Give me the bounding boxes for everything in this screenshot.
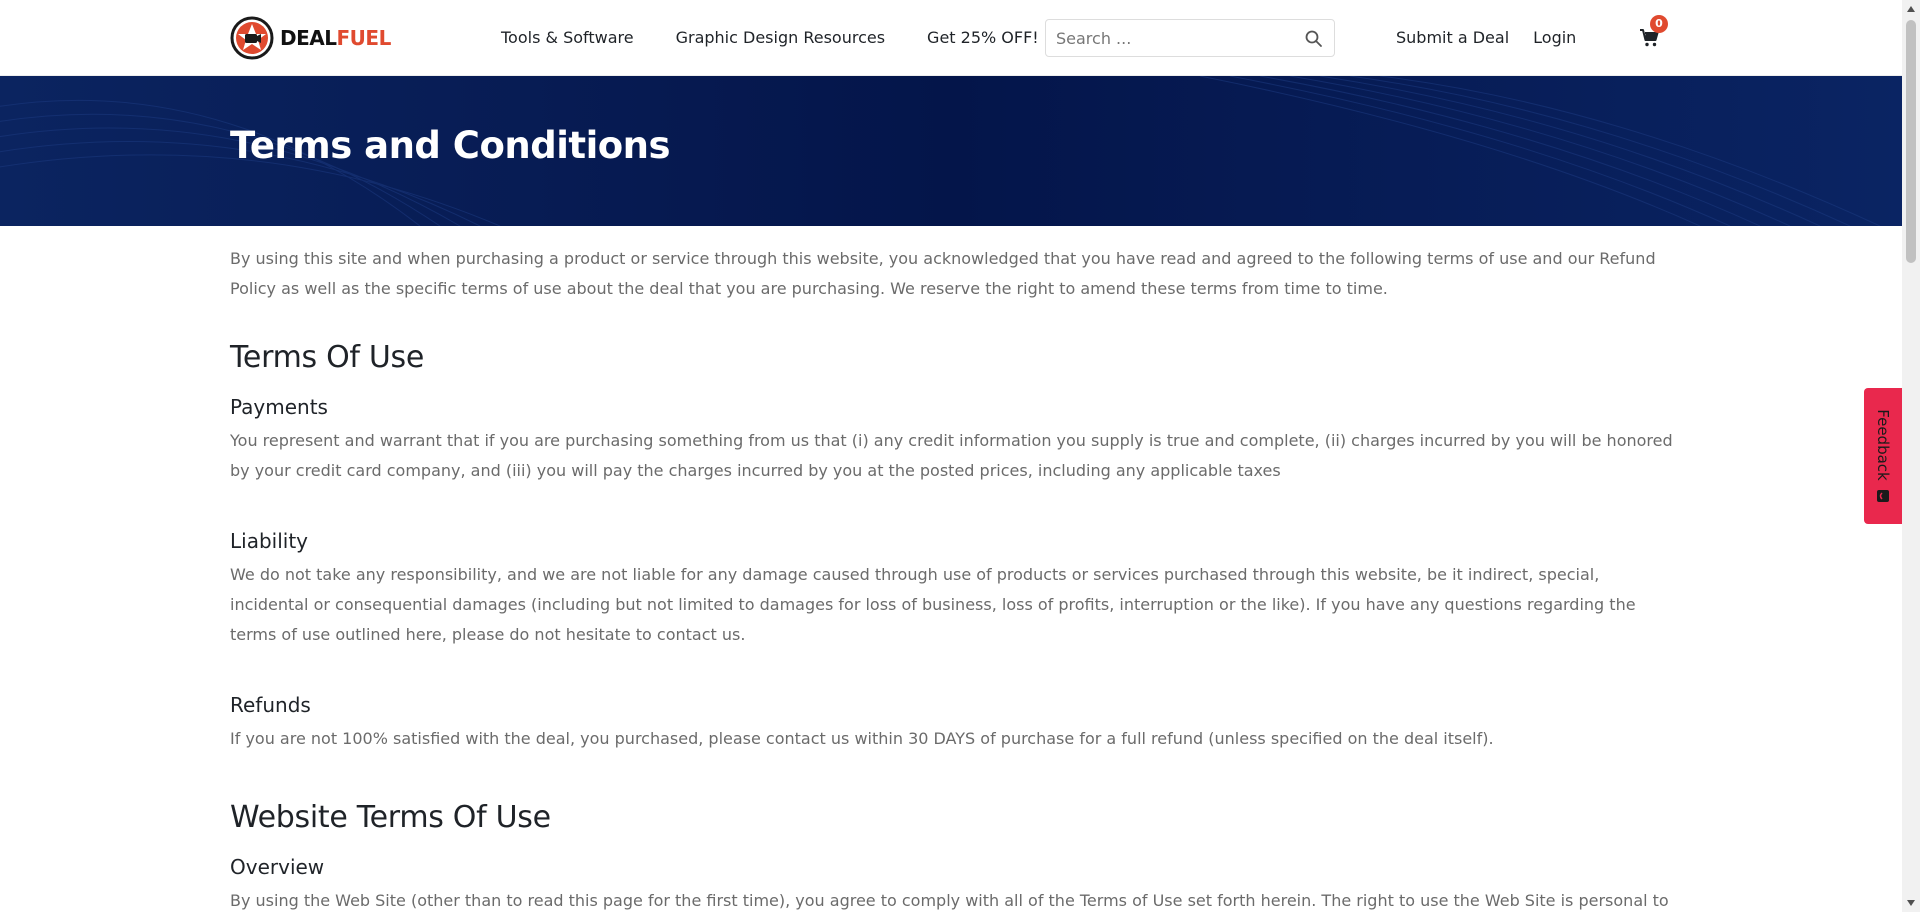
subsection-title-liability: Liability (230, 529, 308, 553)
site-header: DEALFUEL Tools & Software Graphic Design… (0, 0, 1902, 76)
section-title-website-terms: Website Terms Of Use (230, 800, 551, 835)
page-title: Terms and Conditions (230, 124, 671, 167)
search-box (1045, 19, 1335, 57)
logo-star-icon (230, 16, 274, 60)
page-scrollbar[interactable] (1902, 0, 1920, 912)
intro-paragraph: By using this site and when purchasing a… (230, 249, 1656, 298)
search-icon[interactable] (1304, 29, 1324, 49)
header-links: Submit a Deal Login (1396, 26, 1576, 50)
scroll-down-arrow-icon[interactable] (1906, 898, 1916, 908)
nav-graphic-design-resources[interactable]: Graphic Design Resources (676, 26, 885, 50)
submit-deal-link[interactable]: Submit a Deal (1396, 26, 1509, 50)
search-input[interactable] (1056, 20, 1296, 56)
subsection-title-payments: Payments (230, 395, 328, 419)
overview-paragraph: By using the Web Site (other than to rea… (230, 891, 1669, 910)
subsection-title-overview: Overview (230, 855, 325, 879)
nav-tools-software[interactable]: Tools & Software (501, 26, 634, 50)
feedback-label: Feedback (1874, 409, 1892, 481)
liability-paragraph: We do not take any responsibility, and w… (230, 565, 1636, 644)
scrollbar-thumb[interactable] (1906, 20, 1916, 263)
feedback-icon (1877, 489, 1889, 502)
subsection-title-refunds: Refunds (230, 693, 311, 717)
cart-count-badge: 0 (1650, 15, 1668, 33)
logo-text: DEALFUEL (280, 26, 391, 50)
refunds-paragraph: If you are not 100% satisfied with the d… (230, 729, 1494, 748)
feedback-label-wrap: Feedback (1864, 388, 1902, 524)
page-banner: Terms and Conditions (0, 76, 1902, 226)
terms-content: By using this site and when purchasing a… (230, 244, 1675, 912)
scroll-up-arrow-icon[interactable] (1906, 4, 1916, 14)
section-title-terms-of-use: Terms Of Use (230, 340, 425, 375)
payments-paragraph: You represent and warrant that if you ar… (230, 431, 1673, 480)
login-link[interactable]: Login (1533, 26, 1576, 50)
feedback-tab[interactable]: Feedback (1864, 388, 1902, 524)
main-nav: Tools & Software Graphic Design Resource… (501, 26, 1039, 50)
nav-get-25-off[interactable]: Get 25% OFF! (927, 26, 1039, 50)
dealfuel-logo[interactable]: DEALFUEL (230, 16, 391, 60)
